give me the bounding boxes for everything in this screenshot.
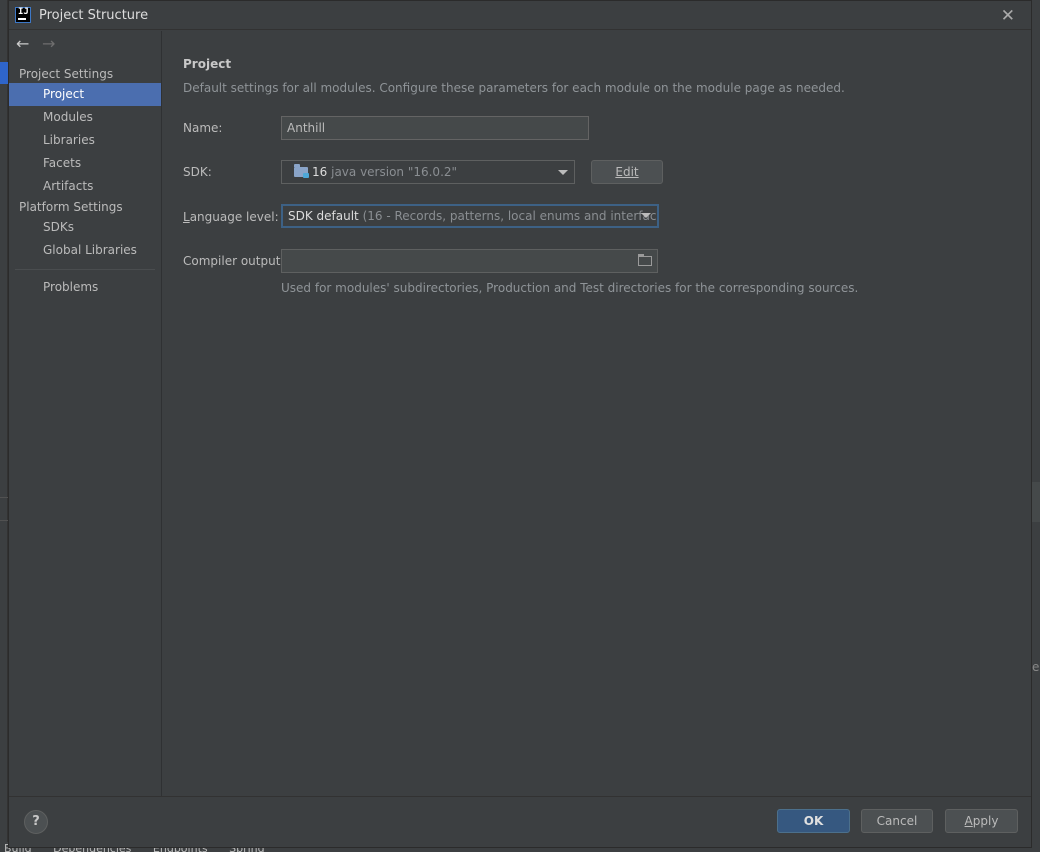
sidebar-item-global-libraries[interactable]: Global Libraries [9,239,161,262]
name-label: Name: [183,121,223,135]
sdk-version-detail: java version "16.0.2" [331,165,458,179]
project-settings-header: Project Settings [19,67,114,81]
sidebar-item-problems[interactable]: Problems [9,276,161,299]
dialog-footer: ? OK Cancel Apply [9,796,1031,847]
project-name-input[interactable] [281,116,589,140]
help-button[interactable]: ? [24,810,48,834]
sidebar-item-libraries[interactable]: Libraries [9,129,161,152]
project-structure-dialog: IJ Project Structure ✕ ← → Project Setti… [8,0,1032,848]
back-arrow-icon[interactable]: ← [16,34,29,53]
sidebar-item-facets[interactable]: Facets [9,152,161,175]
chevron-down-icon [641,213,651,218]
settings-sidebar: ← → Project Settings Project Modules Lib… [9,31,162,798]
sdk-version-number: 16 [312,165,328,179]
language-level-mnemonic: L [183,210,190,224]
language-level-dropdown[interactable]: SDK default (16 - Records, patterns, loc… [281,204,659,228]
project-settings-panel: Project Default settings for all modules… [163,31,1031,798]
apply-mnemonic: A [964,814,973,828]
ide-left-selection [0,62,8,84]
sdk-label: SDK: [183,165,212,179]
chevron-down-icon [558,170,568,175]
sidebar-item-artifacts[interactable]: Artifacts [9,175,161,198]
sidebar-item-modules[interactable]: Modules [9,106,161,129]
intellij-app-icon: IJ [15,7,31,23]
compiler-output-hint: Used for modules' subdirectories, Produc… [281,281,859,295]
language-level-detail: (16 - Records, patterns, local enums and… [362,209,659,223]
apply-label-text: pply [972,814,999,828]
compiler-output-input[interactable] [281,249,658,273]
cancel-button[interactable]: Cancel [861,809,933,833]
language-level-main: SDK default [288,209,359,223]
ide-left-divider [0,520,8,521]
ide-right-strip: e [1032,0,1040,852]
folder-browse-icon[interactable] [638,254,652,266]
dialog-titlebar[interactable]: IJ Project Structure ✕ [9,1,1031,30]
close-icon[interactable]: ✕ [1001,6,1015,26]
dialog-title: Project Structure [39,8,149,23]
page-description: Default settings for all modules. Config… [183,81,845,95]
ide-left-strip [0,0,8,852]
sdk-folder-icon [294,164,309,178]
apply-button[interactable]: Apply [945,809,1018,833]
platform-settings-header: Platform Settings [19,200,123,214]
language-level-label: Language level: [183,210,279,224]
ide-right-glyph: e [1032,660,1040,674]
page-title: Project [183,57,232,71]
ok-button[interactable]: OK [777,809,850,833]
sdk-dropdown[interactable]: 16 java version "16.0.2" [281,160,575,184]
sidebar-item-project[interactable]: Project [9,83,161,106]
sidebar-divider [15,269,155,270]
language-level-label-text: anguage level: [189,210,279,224]
edit-sdk-button[interactable]: Edit [591,160,663,184]
forward-arrow-icon[interactable]: → [42,34,55,53]
compiler-output-label: Compiler output: [183,254,285,268]
ide-left-divider [0,497,8,498]
edit-button-label: Edit [615,165,639,179]
nav-arrows: ← → [9,31,161,57]
ide-right-segment [1032,482,1040,522]
sidebar-item-sdks[interactable]: SDKs [9,216,161,239]
